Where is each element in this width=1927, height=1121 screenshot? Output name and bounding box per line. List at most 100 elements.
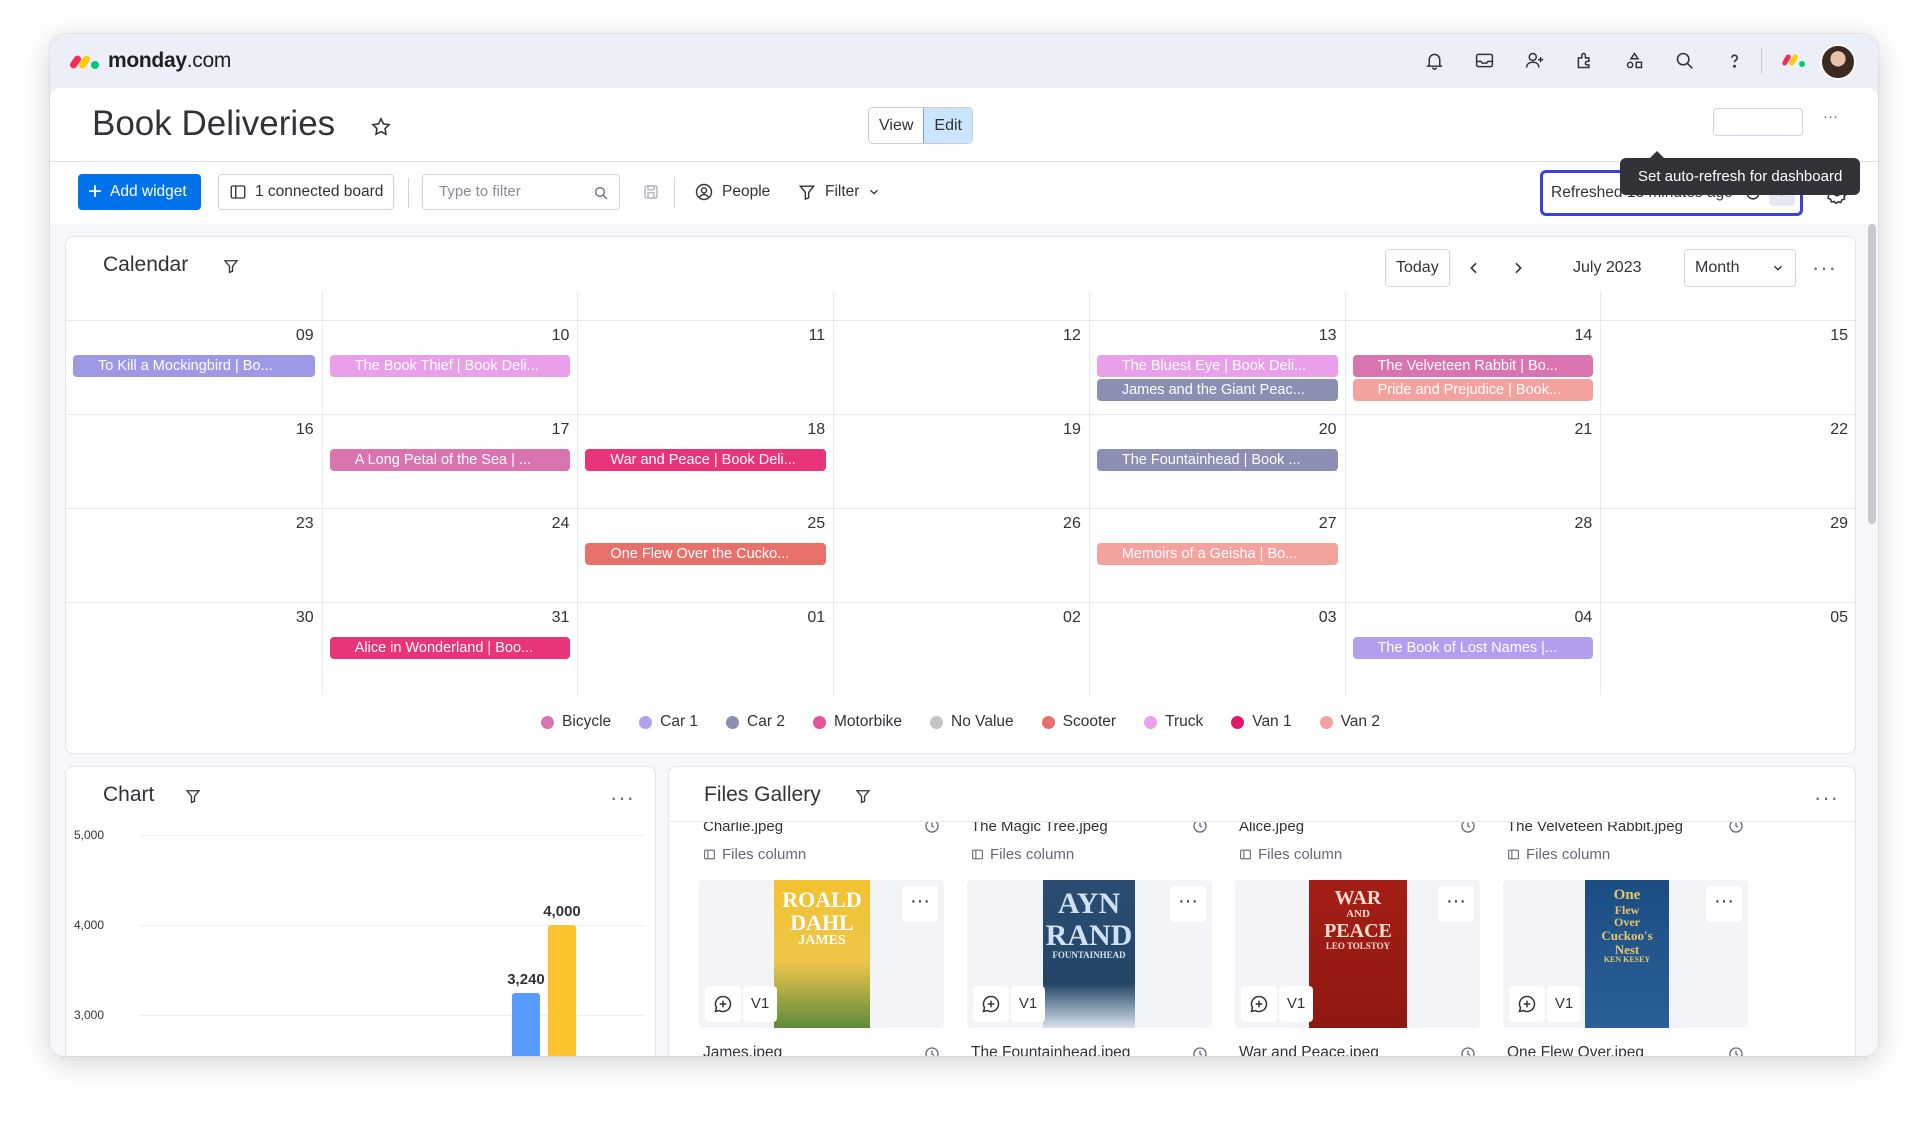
calendar-day-cell[interactable]: 01: [577, 603, 833, 695]
calendar-event[interactable]: Memoirs of a Geisha | Bo...: [1096, 543, 1338, 565]
calendar-day-cell[interactable]: 19: [833, 415, 1089, 508]
calendar-event[interactable]: The Bluest Eye | Book Deli...: [1096, 355, 1338, 377]
legend-item[interactable]: Bicycle: [541, 713, 611, 731]
chart-bar[interactable]: [548, 925, 576, 1056]
add-comment-icon[interactable]: [1241, 986, 1277, 1022]
calendar-event[interactable]: The Book of Lost Names |...: [1352, 637, 1594, 659]
calendar-day-cell[interactable]: 31 Alice in Wonderland | Boo...: [321, 603, 578, 695]
widget-filter-icon[interactable]: [222, 257, 240, 275]
legend-item[interactable]: Van 1: [1231, 713, 1292, 731]
calendar-day-cell[interactable]: 15: [1600, 321, 1855, 414]
add-comment-icon[interactable]: [973, 986, 1009, 1022]
edit-mode-button[interactable]: Edit: [923, 108, 972, 143]
help-icon[interactable]: [1720, 46, 1748, 74]
file-thumbnail[interactable]: One Flew Over Cuckoo's Nest KEN KESEY ··· V1: [1503, 880, 1748, 1028]
widget-filter-icon[interactable]: [184, 787, 202, 805]
calendar-day-cell[interactable]: 02: [833, 603, 1089, 695]
legend-item[interactable]: Van 2: [1319, 713, 1380, 731]
calendar-day-cell[interactable]: 04 The Book of Lost Names |...: [1344, 603, 1601, 695]
share-button[interactable]: [1713, 108, 1803, 136]
today-button[interactable]: Today: [1385, 249, 1450, 287]
people-filter-button[interactable]: People: [684, 174, 780, 210]
file-menu-icon[interactable]: ···: [1438, 886, 1474, 922]
legend-item[interactable]: Scooter: [1041, 713, 1116, 731]
file-name[interactable]: War and Peace.jpeg: [1239, 1044, 1379, 1056]
clock-icon[interactable]: [1728, 1046, 1744, 1056]
file-name[interactable]: One Flew Over.jpeg: [1507, 1044, 1644, 1056]
filter-button[interactable]: Filter: [787, 174, 891, 210]
calendar-day-cell[interactable]: 20 The Fountainhead | Book ...: [1088, 415, 1345, 508]
calendar-day-cell[interactable]: 24: [321, 509, 578, 602]
calendar-event[interactable]: One Flew Over the Cucko...: [585, 543, 827, 565]
file-thumbnail[interactable]: WAR AND PEACE LEO TOLSTOY ··· V1: [1235, 880, 1480, 1028]
calendar-day-cell[interactable]: 29: [1600, 509, 1855, 602]
legend-item[interactable]: Motorbike: [812, 713, 902, 731]
calendar-day-cell[interactable]: 17 A Long Petal of the Sea | ...: [321, 415, 578, 508]
filter-search-input[interactable]: Type to filter: [422, 174, 620, 210]
calendar-day-cell[interactable]: 14 The Velveteen Rabbit | Bo... Pride and …: [1344, 321, 1601, 414]
inbox-icon[interactable]: [1470, 46, 1498, 74]
favorite-star-icon[interactable]: [370, 116, 392, 138]
legend-item[interactable]: No Value: [930, 713, 1014, 731]
calendar-title[interactable]: Calendar: [103, 253, 188, 277]
calendar-day-cell[interactable]: 05: [1600, 603, 1855, 695]
calendar-event[interactable]: The Velveteen Rabbit | Bo...: [1352, 355, 1594, 377]
calendar-view-select[interactable]: Month: [1684, 249, 1796, 287]
integrations-icon[interactable]: [1620, 46, 1648, 74]
clock-icon[interactable]: [1192, 822, 1208, 834]
calendar-day-cell[interactable]: 11: [577, 321, 833, 414]
calendar-day-cell[interactable]: 21: [1344, 415, 1601, 508]
file-name[interactable]: James.jpeg: [703, 1044, 782, 1056]
next-month-icon[interactable]: [1510, 249, 1526, 287]
add-comment-icon[interactable]: [1509, 986, 1545, 1022]
clock-icon[interactable]: [924, 822, 940, 834]
calendar-day-cell[interactable]: 30: [66, 603, 322, 695]
add-widget-button[interactable]: + Add widget: [78, 174, 201, 210]
widget-filter-icon[interactable]: [854, 787, 872, 805]
calendar-day-cell[interactable]: 10 The Book Thief | Book Deli...: [321, 321, 578, 414]
file-menu-icon[interactable]: ···: [902, 886, 938, 922]
file-version-badge[interactable]: V1: [743, 986, 777, 1022]
calendar-day-cell[interactable]: 13 The Bluest Eye | Book Deli... James and…: [1088, 321, 1345, 414]
calendar-event[interactable]: War and Peace | Book Deli...: [585, 449, 827, 471]
calendar-event[interactable]: The Book Thief | Book Deli...: [329, 355, 571, 377]
calendar-event[interactable]: James and the Giant Peac...: [1096, 379, 1338, 401]
calendar-event[interactable]: Pride and Prejudice | Book...: [1352, 379, 1594, 401]
add-comment-icon[interactable]: [705, 986, 741, 1022]
monday-logo[interactable]: monday.com: [68, 49, 231, 73]
calendar-event[interactable]: A Long Petal of the Sea | ...: [329, 449, 571, 471]
apps-marketplace-icon[interactable]: [1570, 46, 1598, 74]
file-version-badge[interactable]: V1: [1279, 986, 1313, 1022]
calendar-day-cell[interactable]: 25 One Flew Over the Cucko...: [577, 509, 833, 602]
user-avatar[interactable]: [1820, 44, 1856, 80]
file-menu-icon[interactable]: ···: [1706, 886, 1742, 922]
calendar-event[interactable]: To Kill a Mockingbird | Bo...: [73, 355, 315, 377]
clock-icon[interactable]: [1192, 1046, 1208, 1056]
file-thumbnail[interactable]: AYN RAND FOUNTAINHEAD ··· V1: [967, 880, 1212, 1028]
files-gallery-title[interactable]: Files Gallery: [704, 783, 821, 807]
calendar-event[interactable]: Alice in Wonderland | Boo...: [329, 637, 571, 659]
legend-item[interactable]: Truck: [1144, 713, 1203, 731]
calendar-day-cell[interactable]: 12: [833, 321, 1089, 414]
widget-menu-icon[interactable]: ···: [610, 787, 635, 809]
calendar-event[interactable]: The Fountainhead | Book ...: [1096, 449, 1338, 471]
file-version-badge[interactable]: V1: [1547, 986, 1581, 1022]
calendar-day-cell[interactable]: 26: [833, 509, 1089, 602]
calendar-day-cell[interactable]: 23: [66, 509, 322, 602]
calendar-day-cell[interactable]: 18 War and Peace | Book Deli...: [577, 415, 833, 508]
file-name[interactable]: The Fountainhead.jpeg: [971, 1044, 1130, 1056]
invite-members-icon[interactable]: [1520, 46, 1548, 74]
calendar-day-cell[interactable]: 22: [1600, 415, 1855, 508]
chart-title[interactable]: Chart: [103, 783, 154, 807]
view-mode-button[interactable]: View: [869, 108, 923, 143]
notifications-bell-icon[interactable]: [1420, 46, 1448, 74]
calendar-day-cell[interactable]: 28: [1344, 509, 1601, 602]
widget-menu-icon[interactable]: ···: [1812, 257, 1837, 279]
chart-bar[interactable]: [512, 993, 540, 1056]
account-logo-icon[interactable]: [1782, 52, 1806, 68]
search-icon[interactable]: [1670, 46, 1698, 74]
calendar-day-cell[interactable]: 27 Memoirs of a Geisha | Bo...: [1088, 509, 1345, 602]
widget-menu-icon[interactable]: ···: [1814, 787, 1839, 809]
save-view-button[interactable]: [632, 174, 670, 210]
file-menu-icon[interactable]: ···: [1170, 886, 1206, 922]
